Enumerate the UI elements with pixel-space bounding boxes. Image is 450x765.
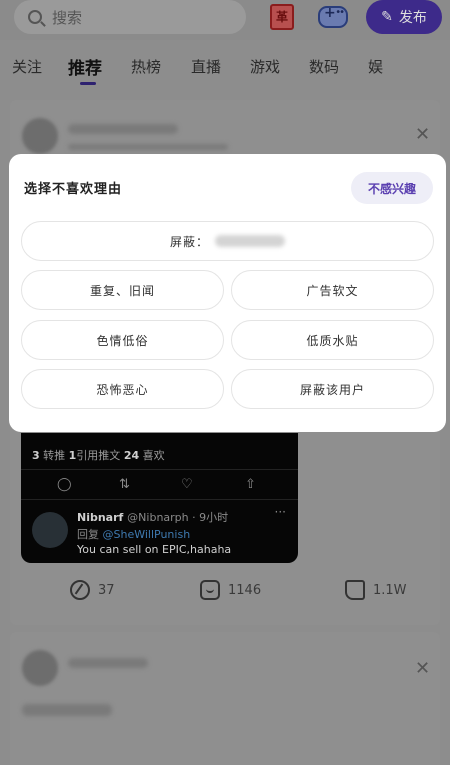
embedded-tweet-image[interactable]: 3 转推 1引用推文 24 喜欢 ◯ ⇅ ♡ ⇧ Nibnarf @Nibnar… (21, 433, 298, 563)
feed-card: ✕ (10, 632, 440, 765)
reply-text: You can sell on EPIC,hahaha (77, 543, 232, 556)
card-action-bar: 37 1146 1.1W (0, 580, 450, 610)
not-interested-button[interactable]: 不感兴趣 (351, 172, 433, 204)
pen-icon: ✎ (381, 9, 393, 25)
search-input[interactable]: 搜索 (14, 0, 246, 34)
tab-live[interactable]: 直播 (191, 56, 221, 77)
tab-hot[interactable]: 热榜 (131, 56, 161, 77)
search-icon (28, 10, 42, 24)
blurred-text (22, 704, 112, 716)
blurred-keyword (215, 235, 285, 247)
close-icon[interactable]: ✕ (415, 658, 430, 679)
like-button[interactable]: 1.1W (345, 580, 407, 600)
repost-count: 37 (98, 582, 115, 598)
avatar (22, 650, 58, 686)
block-keyword-option[interactable]: 屏蔽： (21, 221, 434, 261)
comment-count: 1146 (228, 582, 262, 598)
comment-button[interactable]: 1146 (200, 580, 261, 600)
divider (21, 499, 298, 500)
reply-author: Nibnarf @Nibnarph · 9小时 (77, 511, 229, 524)
like-count: 1.1W (373, 582, 407, 598)
tweet-stats: 3 转推 1引用推文 24 喜欢 (32, 449, 165, 462)
tab-recommend[interactable]: 推荐 (68, 54, 102, 79)
block-user-option[interactable]: 屏蔽该用户 (231, 369, 434, 409)
more-icon: ··· (274, 505, 286, 519)
reason-option[interactable]: 恐怖恶心 (21, 369, 224, 409)
dislike-reason-dialog: 选择不喜欢理由 不感兴趣 屏蔽： 重复、旧闻 广告软文 色情低俗 低质水贴 恐怖… (9, 154, 446, 432)
retweet-icon: ⇅ (119, 477, 130, 492)
heart-icon: ♡ (181, 477, 193, 492)
repost-icon (70, 580, 90, 600)
dialog-title: 选择不喜欢理由 (24, 182, 123, 197)
category-tabs: 关注 推荐 热榜 直播 游戏 数码 娱 (0, 56, 450, 90)
publish-button[interactable]: ✎ 发布 (366, 0, 442, 34)
blurred-username (68, 658, 148, 668)
tab-digital[interactable]: 数码 (309, 56, 339, 77)
reply-to-line: 回复 @SheWillPunish (77, 528, 191, 541)
publish-label: 发布 (398, 10, 427, 26)
reason-option[interactable]: 广告软文 (231, 270, 434, 310)
active-tab-indicator (80, 82, 96, 85)
reason-option[interactable]: 低质水贴 (231, 320, 434, 360)
comment-icon (200, 580, 220, 600)
block-label: 屏蔽： (169, 234, 209, 249)
blurred-username (68, 124, 178, 134)
blurred-meta (68, 144, 228, 150)
avatar (22, 118, 58, 154)
reply-icon: ◯ (57, 477, 72, 492)
tab-follow[interactable]: 关注 (12, 56, 42, 77)
thumb-icon (345, 580, 365, 600)
gamepad-icon[interactable] (318, 5, 348, 28)
share-icon: ⇧ (245, 477, 256, 492)
top-bar: 搜索 革 ✎ 发布 (0, 0, 450, 40)
tab-games[interactable]: 游戏 (250, 56, 280, 77)
search-placeholder: 搜索 (52, 8, 83, 27)
close-icon[interactable]: ✕ (415, 124, 430, 145)
tab-entertainment[interactable]: 娱 (368, 56, 383, 77)
reply-avatar (32, 512, 68, 548)
red-calendar-icon[interactable]: 革 (270, 4, 294, 30)
reason-option[interactable]: 色情低俗 (21, 320, 224, 360)
repost-button[interactable]: 37 (70, 580, 115, 600)
reason-option[interactable]: 重复、旧闻 (21, 270, 224, 310)
divider (21, 469, 298, 470)
